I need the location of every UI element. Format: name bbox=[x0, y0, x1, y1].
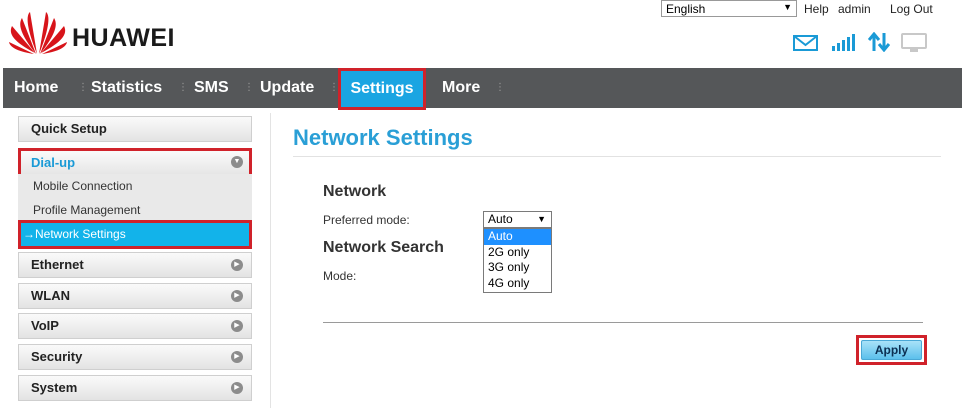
chevron-down-icon: ▼ bbox=[537, 214, 546, 224]
section-title-network-search: Network Search bbox=[323, 239, 444, 256]
preferred-mode-select[interactable]: Auto ▼ bbox=[483, 211, 552, 228]
signal-icon bbox=[832, 34, 855, 51]
nav-separator: ⋮ bbox=[244, 82, 254, 93]
nav-more[interactable]: More bbox=[442, 68, 480, 108]
title-divider bbox=[293, 156, 941, 157]
dropdown-option-4g[interactable]: 4G only bbox=[484, 276, 551, 292]
huawei-logo-icon bbox=[9, 12, 67, 54]
nav-settings[interactable]: Settings bbox=[338, 68, 426, 110]
chevron-down-icon: ▼ bbox=[783, 2, 792, 12]
chevron-right-icon: ▶ bbox=[231, 382, 243, 394]
mail-icon[interactable] bbox=[793, 35, 818, 51]
nav-statistics[interactable]: Statistics bbox=[91, 68, 162, 108]
nav-home[interactable]: Home bbox=[14, 68, 58, 108]
chevron-right-icon: ▶ bbox=[231, 320, 243, 332]
nav-separator: ⋮ bbox=[495, 82, 505, 93]
chevron-down-icon: ▼ bbox=[231, 156, 243, 168]
sidebar-subitem-profile-management[interactable]: Profile Management bbox=[18, 198, 252, 222]
sidebar-item-label: Dial-up bbox=[31, 155, 76, 170]
nav-update[interactable]: Update bbox=[260, 68, 314, 108]
form-divider bbox=[323, 322, 923, 323]
preferred-mode-value: Auto bbox=[488, 212, 513, 226]
nav-separator: ⋮ bbox=[178, 82, 188, 93]
dropdown-option-3g[interactable]: 3G only bbox=[484, 260, 551, 276]
pc-connection-icon bbox=[901, 33, 927, 52]
sidebar-item-voip[interactable]: VoIP ▶ bbox=[18, 313, 252, 339]
apply-highlight: Apply bbox=[856, 335, 927, 365]
sidebar-item-label: WLAN bbox=[31, 288, 70, 303]
sidebar-divider bbox=[270, 113, 271, 408]
nav-separator: ⋮ bbox=[78, 82, 88, 93]
sidebar-item-system[interactable]: System ▶ bbox=[18, 375, 252, 401]
language-select[interactable]: English ▼ bbox=[661, 0, 797, 17]
sidebar-item-label: System bbox=[31, 380, 78, 395]
chevron-right-icon: ▶ bbox=[231, 290, 243, 302]
sidebar-item-dialup[interactable]: Dial-up ▼ bbox=[18, 148, 252, 177]
arrow-right-icon: → bbox=[23, 227, 35, 241]
sidebar-item-label: Security bbox=[31, 349, 83, 364]
sidebar-item-label: Network Settings bbox=[35, 227, 126, 241]
nav-separator: ⋮ bbox=[329, 82, 339, 93]
sidebar-item-security[interactable]: Security ▶ bbox=[18, 344, 252, 370]
help-link[interactable]: Help bbox=[804, 2, 829, 16]
preferred-mode-dropdown: Auto 2G only 3G only 4G only bbox=[483, 228, 552, 293]
sidebar-item-quick-setup[interactable]: Quick Setup bbox=[18, 116, 252, 142]
apply-button[interactable]: Apply bbox=[861, 340, 922, 360]
header: HUAWEI English ▼ Help admin Log Out bbox=[0, 0, 962, 68]
dropdown-option-auto[interactable]: Auto bbox=[484, 229, 551, 245]
preferred-mode-label: Preferred mode: bbox=[323, 213, 410, 227]
sidebar-item-label: Ethernet bbox=[31, 257, 84, 272]
brand-name: HUAWEI bbox=[72, 24, 175, 52]
user-name: admin bbox=[838, 2, 871, 16]
sidebar-item-ethernet[interactable]: Ethernet ▶ bbox=[18, 252, 252, 278]
search-mode-label: Mode: bbox=[323, 269, 357, 283]
nav-sms[interactable]: SMS bbox=[194, 68, 229, 108]
language-select-value: English bbox=[666, 2, 706, 16]
sidebar-subitem-mobile-connection[interactable]: Mobile Connection bbox=[18, 174, 252, 198]
sidebar-item-wlan[interactable]: WLAN ▶ bbox=[18, 283, 252, 309]
sidebar-subitem-network-settings[interactable]: →Network Settings bbox=[18, 220, 252, 249]
chevron-right-icon: ▶ bbox=[231, 351, 243, 363]
dropdown-option-2g[interactable]: 2G only bbox=[484, 245, 551, 261]
data-transfer-icon bbox=[868, 32, 890, 52]
section-title-network: Network bbox=[323, 183, 387, 200]
sidebar-item-label: VoIP bbox=[31, 318, 59, 333]
main-nav: Home ⋮ Statistics ⋮ SMS ⋮ Update ⋮ Setti… bbox=[3, 68, 962, 110]
logout-link[interactable]: Log Out bbox=[890, 2, 933, 16]
chevron-right-icon: ▶ bbox=[231, 259, 243, 271]
sidebar-item-label: Quick Setup bbox=[31, 121, 107, 136]
page-title: Network Settings bbox=[293, 125, 473, 150]
